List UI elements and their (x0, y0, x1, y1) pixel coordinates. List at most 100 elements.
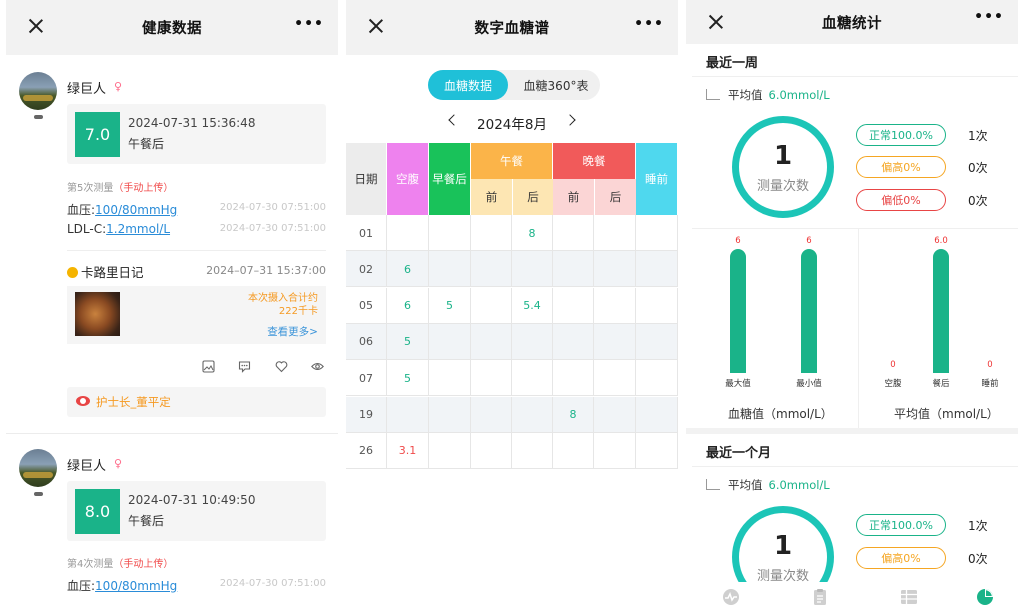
cell-bedtime[interactable] (636, 287, 678, 324)
cell-bedtime[interactable] (636, 396, 678, 433)
cell-lunch-before[interactable] (471, 215, 512, 251)
diary-label: 卡路里日记 (81, 265, 144, 280)
see-more-link[interactable]: 查看更多> (267, 324, 318, 339)
cell-fasting[interactable]: 5 (387, 360, 429, 397)
ldl-link[interactable]: 1.2mmol/L (106, 222, 170, 236)
comment-icon[interactable] (238, 360, 251, 373)
table-row[interactable]: 05 6 5 5.4 (346, 287, 678, 324)
coin-icon (67, 267, 78, 278)
close-icon[interactable] (704, 10, 728, 34)
cell-fasting[interactable]: 6 (387, 251, 429, 288)
cell-lunch-after[interactable] (512, 251, 553, 288)
glucose-stats-panel: 血糖统计 ••• 最近一周 平均值 6.0mmol/L 1 测量次数 正常100.… (686, 0, 1018, 610)
tab-glucose-360[interactable]: 血糖360°表 (512, 70, 600, 100)
more-icon[interactable]: ••• (974, 9, 1004, 25)
cell-date: 07 (346, 360, 387, 397)
cell-dinner-after[interactable] (594, 251, 636, 288)
measure-count: 第4次测量（手动上传） (67, 555, 173, 570)
bp-row: 血压:100/80mmHg 2024-07-30 07:51:00 (67, 201, 326, 218)
cell-lunch-before[interactable] (471, 251, 512, 288)
cell-fasting[interactable]: 5 (387, 323, 429, 360)
measure-label: 第4次测量 (67, 559, 114, 570)
normal-pill: 正常100.0% (856, 514, 946, 536)
nurse-tag[interactable]: 护士长_董平定 (67, 387, 326, 417)
cell-bedtime[interactable] (636, 360, 678, 397)
cell-bedtime[interactable] (636, 432, 678, 469)
cell-lunch-after[interactable] (512, 323, 553, 360)
cell-after-breakfast[interactable] (429, 323, 471, 360)
bp-link[interactable]: 100/80mmHg (95, 203, 177, 217)
cell-lunch-before[interactable] (471, 432, 512, 469)
more-icon[interactable]: ••• (294, 16, 324, 32)
table-row[interactable]: 06 5 (346, 323, 678, 360)
diary-card[interactable]: 本次摄入合计约 222千卡 查看更多> (67, 286, 326, 344)
cell-fasting[interactable]: 3.1 (387, 432, 429, 469)
cell-lunch-before[interactable] (471, 360, 512, 397)
normal-pill: 正常100.0% (856, 124, 946, 146)
cell-dinner-before[interactable] (553, 215, 594, 251)
cell-lunch-after[interactable]: 8 (512, 215, 553, 251)
reading-card[interactable]: 7.0 2024-07-31 15:36:48 午餐后 (67, 104, 326, 164)
image-icon[interactable] (202, 360, 215, 373)
table-row[interactable]: 07 5 (346, 360, 678, 397)
cell-lunch-after[interactable]: 5.4 (512, 287, 553, 324)
cell-dinner-before[interactable] (553, 323, 594, 360)
cell-dinner-before[interactable] (553, 360, 594, 397)
cell-lunch-after[interactable] (512, 360, 553, 397)
close-icon[interactable] (24, 14, 48, 38)
cell-lunch-after[interactable] (512, 396, 553, 433)
table-row[interactable]: 19 8 (346, 396, 678, 433)
cell-dinner-before[interactable] (553, 287, 594, 324)
cell-bedtime[interactable] (636, 251, 678, 288)
cell-after-breakfast[interactable] (429, 360, 471, 397)
bar-value-label: 6 (806, 236, 812, 246)
reading-card[interactable]: 8.0 2024-07-31 10:49:50 午餐后 (67, 481, 326, 541)
cell-lunch-after[interactable] (512, 432, 553, 469)
high-pill: 偏高0% (856, 156, 946, 178)
cell-dinner-after[interactable] (594, 360, 636, 397)
cell-fasting[interactable] (387, 215, 429, 251)
cell-lunch-before[interactable] (471, 396, 512, 433)
more-icon[interactable]: ••• (634, 16, 664, 32)
cell-after-breakfast[interactable] (429, 215, 471, 251)
tab-glucose-data[interactable]: 血糖数据 (428, 70, 508, 100)
avatar[interactable] (19, 449, 57, 487)
table-icon[interactable] (900, 588, 918, 606)
cell-lunch-before[interactable] (471, 287, 512, 324)
header-date: 日期 (346, 143, 387, 215)
user-name[interactable]: 绿巨人 (67, 78, 106, 97)
cell-dinner-after[interactable] (594, 396, 636, 433)
cell-dinner-after[interactable] (594, 215, 636, 251)
avatar[interactable] (19, 72, 57, 110)
eye-icon[interactable] (311, 360, 324, 373)
table-row[interactable]: 02 6 (346, 251, 678, 288)
cell-fasting[interactable] (387, 396, 429, 433)
cell-dinner-before[interactable]: 8 (553, 396, 594, 433)
close-icon[interactable] (364, 14, 388, 38)
cell-after-breakfast[interactable] (429, 432, 471, 469)
trend-icon[interactable] (722, 588, 740, 606)
cell-bedtime[interactable] (636, 215, 678, 251)
table-row[interactable]: 26 3.1 (346, 432, 678, 469)
diary-title[interactable]: 卡路里日记 (67, 262, 144, 281)
cell-bedtime[interactable] (636, 323, 678, 360)
cell-dinner-after[interactable] (594, 287, 636, 324)
cell-dinner-before[interactable] (553, 251, 594, 288)
bp-link[interactable]: 100/80mmHg (95, 579, 177, 593)
clipboard-icon[interactable] (811, 588, 829, 606)
cell-lunch-before[interactable] (471, 323, 512, 360)
food-photo[interactable] (75, 292, 120, 336)
cell-after-breakfast[interactable]: 5 (429, 287, 471, 324)
cell-fasting[interactable]: 6 (387, 287, 429, 324)
cell-date: 19 (346, 396, 387, 433)
nav-bar: 数字血糖谱 ••• (346, 0, 678, 55)
table-row[interactable]: 01 8 (346, 215, 678, 251)
cell-dinner-before[interactable] (553, 432, 594, 469)
user-name[interactable]: 绿巨人 (67, 455, 106, 474)
cell-dinner-after[interactable] (594, 323, 636, 360)
cell-after-breakfast[interactable] (429, 396, 471, 433)
heart-icon[interactable] (275, 360, 288, 373)
cell-dinner-after[interactable] (594, 432, 636, 469)
pie-chart-icon[interactable] (976, 588, 994, 606)
cell-after-breakfast[interactable] (429, 251, 471, 288)
